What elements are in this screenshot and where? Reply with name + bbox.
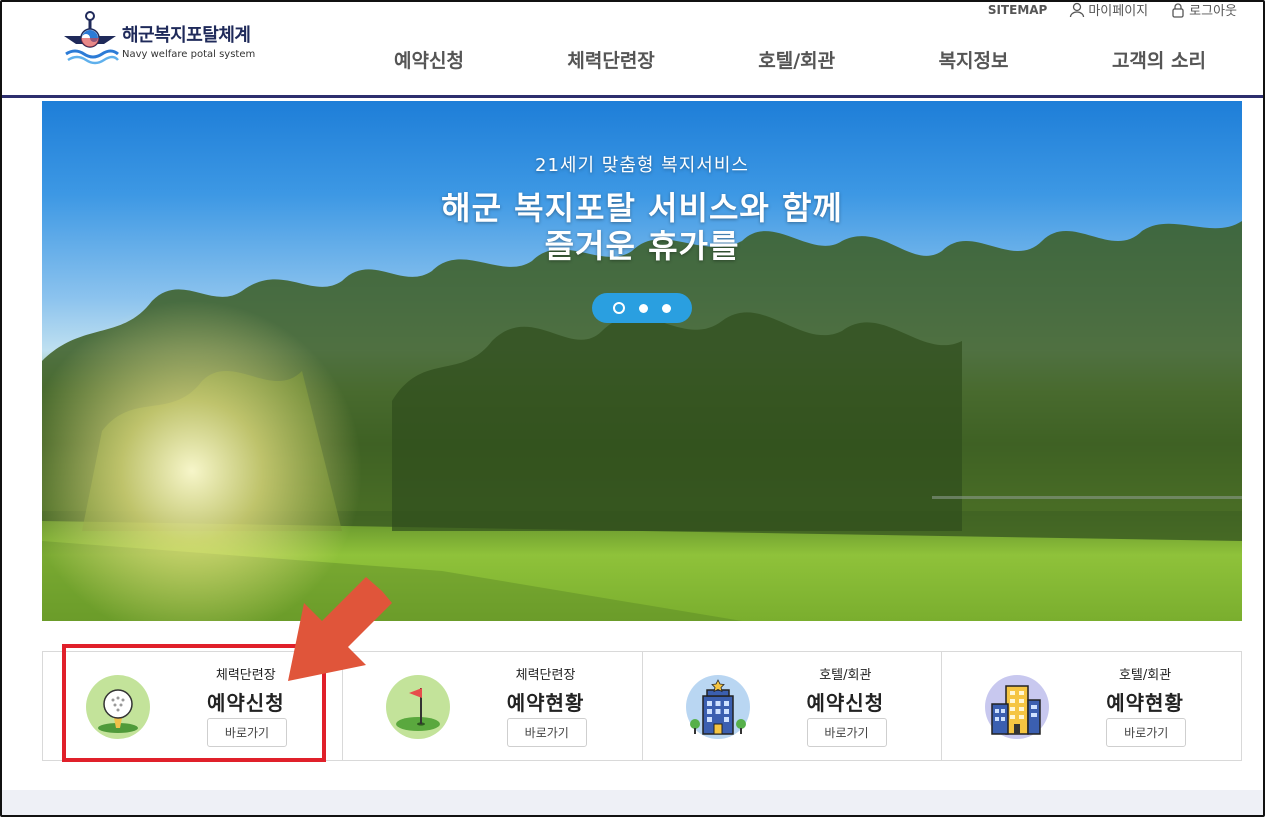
sitemap-link[interactable]: SITEMAP <box>988 2 1048 19</box>
mypage-link[interactable]: 마이페이지 <box>1069 2 1149 19</box>
quick-card-title: 예약현황 <box>506 691 585 715</box>
site-logo[interactable]: 해군복지포탈체계 Navy welfare potal system <box>60 10 260 70</box>
slide-dot-2[interactable] <box>639 303 648 313</box>
nav-item-hotel[interactable]: 호텔/회관 <box>724 46 869 73</box>
logout-link[interactable]: 로그아웃 <box>1170 2 1237 19</box>
mypage-label: 마이페이지 <box>1088 4 1149 19</box>
apartment-building-icon <box>985 675 1050 739</box>
go-button[interactable]: 바로가기 <box>506 718 587 747</box>
logo-title: 해군복지포탈체계 <box>122 24 251 46</box>
go-button[interactable]: 바로가기 <box>1106 718 1187 747</box>
quick-card-title: 예약현황 <box>1106 691 1184 715</box>
browser-frame: 해군복지포탈체계 Navy welfare potal system SITEM… <box>0 0 1265 817</box>
nav-item-fitness-center[interactable]: 체력단련장 <box>533 46 688 73</box>
golf-flag-icon <box>385 675 450 739</box>
logo-subtitle: Navy welfare potal system <box>122 48 256 60</box>
pointer-arrow-icon <box>288 577 392 681</box>
quick-card-hotel-status: 호텔/회관 예약현황 바로가기 <box>942 652 1241 760</box>
quick-card-hotel-reservation: 호텔/회관 예약신청 바로가기 <box>643 652 943 760</box>
quick-card-category: 호텔/회관 <box>819 668 872 683</box>
main-navigation: 예약신청 체력단련장 호텔/회관 복지정보 고객의 소리 <box>360 46 1240 73</box>
user-icon <box>1070 2 1085 17</box>
hero-banner: 21세기 맞춤형 복지서비스 해군 복지포탈 서비스와 함께 즐거운 휴가를 <box>42 101 1242 621</box>
nav-item-customer-voice[interactable]: 고객의 소리 <box>1078 46 1240 73</box>
hero-subtitle: 21세기 맞춤형 복지서비스 <box>535 155 749 176</box>
hero-title-line-2: 즐거운 휴가를 <box>544 227 740 265</box>
navy-anchor-logo-icon <box>64 11 119 65</box>
footer-band <box>2 790 1263 815</box>
go-button[interactable]: 바로가기 <box>806 718 887 747</box>
slide-dot-1[interactable] <box>613 302 625 314</box>
nav-item-welfare-info[interactable]: 복지정보 <box>905 46 1043 73</box>
lock-icon <box>1172 2 1184 18</box>
logout-label: 로그아웃 <box>1189 4 1237 19</box>
sun-glare <box>42 281 402 621</box>
slide-dot-3[interactable] <box>662 303 671 313</box>
hero-title-line-1: 해군 복지포탈 서비스와 함께 <box>441 189 843 227</box>
nav-item-reservation[interactable]: 예약신청 <box>360 46 498 73</box>
hotel-building-icon <box>685 675 750 739</box>
hero-title: 해군 복지포탈 서비스와 함께 즐거운 휴가를 <box>42 189 1242 265</box>
quick-card-title: 예약신청 <box>806 691 885 715</box>
slide-pagination <box>592 293 692 323</box>
quick-card-category: 호텔/회관 <box>1118 668 1172 683</box>
utility-menu: SITEMAP 마이페이지 로그아웃 <box>988 2 1237 19</box>
quick-card-category: 체력단련장 <box>515 668 576 683</box>
site-header: 해군복지포탈체계 Navy welfare potal system SITEM… <box>2 2 1263 98</box>
